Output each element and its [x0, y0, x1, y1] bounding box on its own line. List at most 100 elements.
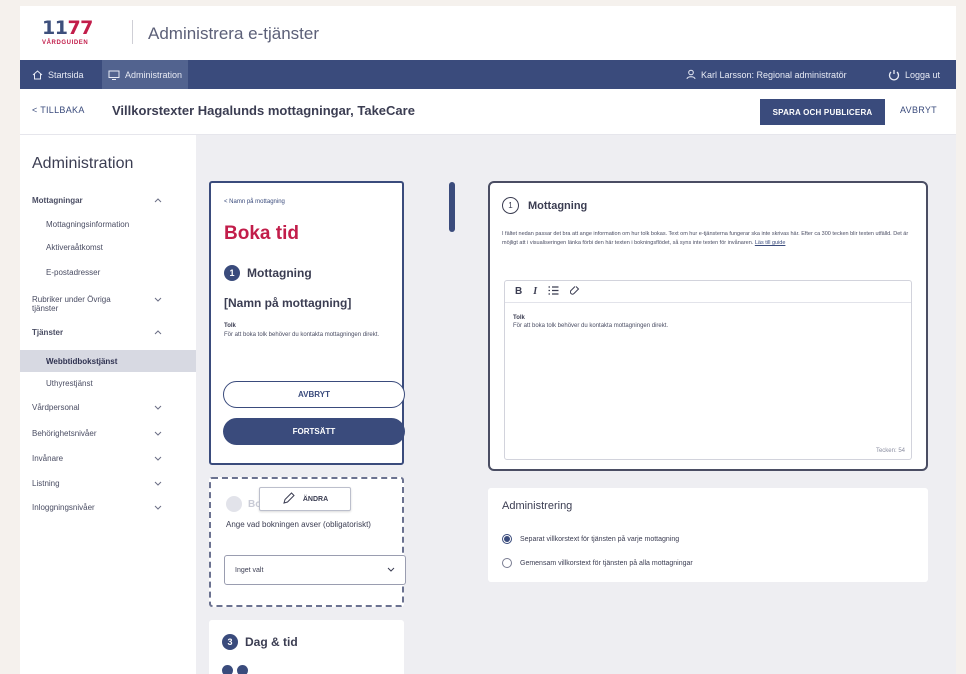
sidebar-item[interactable]: Listning — [20, 479, 196, 488]
preview-step-3: 3 Dag & tid — [222, 634, 298, 650]
note-text: För att boka tolk behöver du kontakta mo… — [224, 332, 380, 338]
pencil-icon — [282, 491, 296, 507]
ghost-step-number — [226, 496, 242, 512]
logo-number: 1177 — [42, 17, 93, 39]
sidebar-item-label: Tjänster — [32, 328, 64, 337]
preview-cancel-button[interactable]: AVBRYT — [223, 381, 405, 408]
guide-link[interactable]: Läs till guide — [755, 240, 786, 246]
back-label: TILLBAKA — [40, 105, 85, 115]
step-label: Mottagning — [247, 266, 312, 280]
sidebar-item-label: Mottagningsinformation — [46, 220, 130, 229]
preview-breadcrumb[interactable]: < Namn på mottagning — [224, 199, 285, 205]
page-titlebar: < TILLBAKA Villkorstexter Hagalunds mott… — [20, 89, 956, 135]
rich-text-editor[interactable]: B I Tolk För att boka tolk behöver du ko… — [504, 280, 912, 460]
nav-admin-label: Administration — [125, 69, 183, 80]
sidebar-item-label: Aktiveraåtkomst — [46, 243, 103, 252]
page-title: Villkorstexter Hagalunds mottagningar, T… — [112, 103, 415, 118]
radio-button[interactable] — [502, 534, 512, 544]
purpose-select[interactable]: Inget valt — [224, 555, 406, 585]
preview-continue-button[interactable]: FORTSÄTT — [223, 418, 405, 445]
chevron-down-icon[interactable] — [154, 454, 162, 463]
sidebar-item[interactable]: Behörighetsnivåer — [20, 429, 196, 438]
info-text: I fältet nedan passar det bra att ange i… — [502, 231, 909, 246]
back-link[interactable]: < TILLBAKA — [32, 105, 85, 115]
radio-shared[interactable]: Gemensam villkorstext för tjänsten på al… — [502, 558, 693, 568]
nav-home[interactable]: Startsida — [26, 60, 90, 89]
nav-logout[interactable]: Logga ut — [882, 60, 946, 89]
chevron-down-icon[interactable] — [154, 295, 162, 304]
user-icon — [686, 69, 696, 80]
sidebar-item-label: Behörighetsnivåer — [32, 429, 97, 438]
section-title: Mottagning — [528, 199, 588, 212]
field-label: Ange vad bokningen avser (obligatoriskt) — [226, 520, 371, 529]
sidebar-item[interactable]: Inloggningsnivåer — [20, 503, 196, 512]
editor-info: I fältet nedan passar det bra att ange i… — [502, 230, 922, 248]
sidebar-title: Administration — [32, 155, 134, 172]
sidebar-item[interactable]: Vårdpersonal — [20, 403, 196, 412]
editor-card-header: 1 Mottagning — [502, 197, 587, 214]
editor-card: 1 Mottagning I fältet nedan passar det b… — [488, 181, 928, 471]
sidebar-item-label: E-postadresser — [46, 268, 101, 277]
step-number: 1 — [224, 265, 240, 281]
sidebar-item-label: Uthyrestjänst — [46, 379, 93, 388]
chevron-down-icon[interactable] — [154, 403, 162, 412]
char-counter: Tecken: 54 — [875, 448, 905, 454]
sidebar-item[interactable]: Rubriker under Övriga tjänster — [20, 295, 196, 313]
sidebar-item[interactable]: Mottagningsinformation — [20, 220, 196, 229]
sidebar: Administration Mottagningar Mottagningsin… — [20, 135, 196, 674]
sidebar-item[interactable]: Uthyrestjänst — [20, 379, 196, 388]
monitor-icon — [108, 70, 120, 80]
chevron-up-icon[interactable] — [154, 328, 162, 337]
chevron-down-icon[interactable] — [154, 429, 162, 438]
day-dot[interactable] — [222, 665, 233, 674]
chevron-up-icon[interactable] — [154, 196, 162, 205]
scrollbar-handle[interactable] — [449, 182, 455, 232]
sidebar-item[interactable]: Aktiveraåtkomst — [20, 243, 196, 252]
nav-admin[interactable]: Administration — [102, 60, 189, 89]
radio-separate[interactable]: Separat villkorstext för tjänsten på var… — [502, 534, 679, 544]
header-divider — [132, 20, 133, 44]
nav-user-label: Karl Larsson: Regional administratör — [701, 69, 847, 80]
preview-step-3-card: 3 Dag & tid — [209, 620, 404, 674]
chevron-down-icon[interactable] — [154, 503, 162, 512]
sidebar-item[interactable]: E-postadresser — [20, 268, 196, 277]
chevron-down-icon[interactable] — [154, 479, 162, 488]
logo-subtitle: VÅRDGUIDEN — [42, 40, 89, 46]
nav-user[interactable]: Karl Larsson: Regional administratör — [680, 60, 853, 89]
sidebar-item[interactable]: Webbtidbokstjänst — [20, 350, 196, 372]
admin-title: Administrering — [502, 500, 573, 512]
sidebar-item-label: Vårdpersonal — [32, 403, 80, 412]
logo[interactable]: 1177 VÅRDGUIDEN — [42, 17, 112, 51]
step-label: Dag & tid — [245, 635, 298, 649]
preview-heading: Boka tid — [224, 223, 299, 244]
preview-card: < Namn på mottagning Boka tid 1 Mottagni… — [209, 181, 405, 465]
edit-label: ÄNDRA — [302, 495, 329, 503]
sidebar-item-label: Listning — [32, 479, 60, 488]
radio-button[interactable] — [502, 558, 512, 568]
sidebar-item[interactable]: Invånare — [20, 454, 196, 463]
home-icon — [32, 69, 43, 80]
sidebar-item-label: Invånare — [32, 454, 64, 463]
save-publish-button[interactable]: SPARA OCH PUBLICERA — [760, 99, 885, 125]
app-frame: 1177 VÅRDGUIDEN Administrera e-tjänster … — [20, 6, 956, 674]
app-title: Administrera e-tjänster — [148, 24, 320, 43]
editor-body-text: För att boka tolk behöver du kontakta mo… — [513, 323, 669, 329]
italic-icon[interactable]: I — [533, 286, 537, 297]
note-heading: Tolk — [224, 323, 236, 329]
cancel-link[interactable]: AVBRYT — [900, 105, 937, 115]
main-content: < Namn på mottagning Boka tid 1 Mottagni… — [196, 135, 956, 674]
sidebar-item[interactable]: Mottagningar — [20, 196, 196, 205]
sidebar-item[interactable]: Tjänster — [20, 328, 196, 337]
section-number: 1 — [502, 197, 519, 214]
sidebar-item-label: Webbtidbokstjänst — [46, 357, 118, 366]
list-icon[interactable] — [548, 285, 559, 298]
clinic-name: [Namn på mottagning] — [224, 296, 352, 310]
bold-icon[interactable]: B — [515, 286, 522, 297]
admin-card: Administrering Separat villkorstext för … — [488, 488, 928, 582]
edit-button[interactable]: ÄNDRA — [259, 487, 351, 511]
link-icon[interactable] — [569, 285, 580, 298]
radio-label: Gemensam villkorstext för tjänsten på al… — [520, 559, 693, 567]
day-dot[interactable] — [237, 665, 248, 674]
preview-step-1: 1 Mottagning — [224, 265, 312, 281]
nav-home-label: Startsida — [48, 69, 84, 80]
